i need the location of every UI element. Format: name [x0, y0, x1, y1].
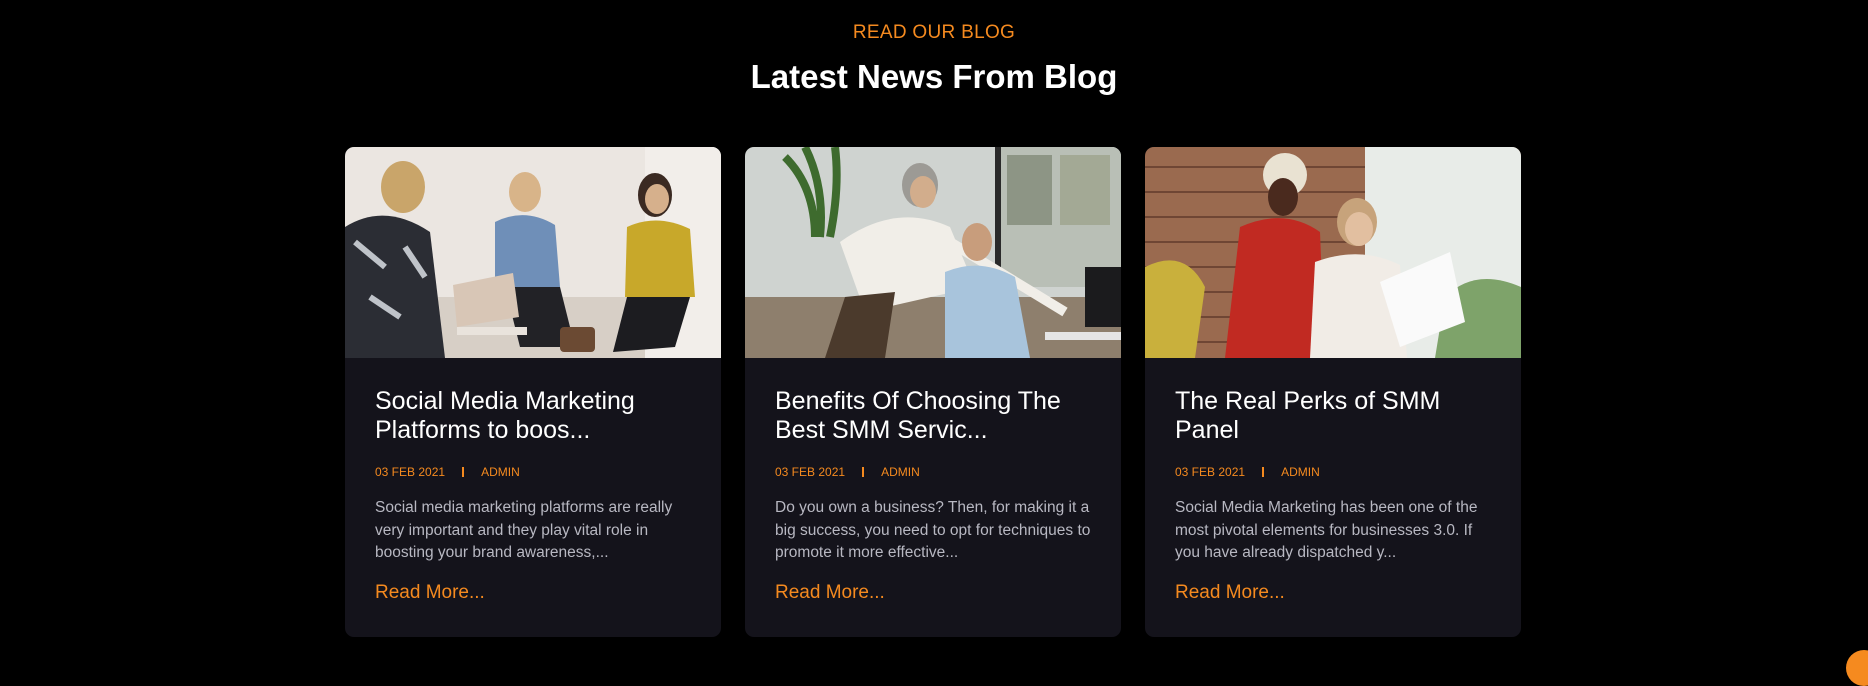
- blog-card-title[interactable]: Social Media Marketing Platforms to boos…: [375, 387, 691, 445]
- blog-card-image[interactable]: [345, 147, 721, 358]
- read-more-link[interactable]: Read More...: [775, 581, 885, 605]
- section-title: Latest News From Blog: [750, 58, 1118, 95]
- blog-card-meta: 03 FEB 2021 ADMIN: [1175, 465, 1491, 479]
- blog-section-header: READ OUR BLOG Latest News From Blog: [0, 0, 1868, 97]
- blog-card-date: 03 FEB 2021: [1175, 465, 1246, 479]
- meta-separator: [1262, 467, 1265, 477]
- blog-card-meta: 03 FEB 2021 ADMIN: [375, 465, 691, 479]
- blog-card-image[interactable]: [745, 147, 1121, 358]
- blog-card-list: Social Media Marketing Platforms to boos…: [345, 147, 1521, 637]
- read-more-link[interactable]: Read More...: [1175, 581, 1285, 605]
- blog-card-author[interactable]: ADMIN: [881, 465, 920, 479]
- blog-card-title[interactable]: Benefits Of Choosing The Best SMM Servic…: [775, 387, 1091, 445]
- blog-card-author[interactable]: ADMIN: [481, 465, 520, 479]
- blog-card-body: The Real Perks of SMM Panel 03 FEB 2021 …: [1145, 387, 1521, 605]
- blog-card-meta: 03 FEB 2021 ADMIN: [775, 465, 1091, 479]
- blog-card-body: Benefits Of Choosing The Best SMM Servic…: [745, 387, 1121, 605]
- blog-card-image[interactable]: [1145, 147, 1521, 358]
- blog-card: Social Media Marketing Platforms to boos…: [345, 147, 721, 637]
- blog-card-date: 03 FEB 2021: [375, 465, 446, 479]
- blog-card-excerpt: Do you own a business? Then, for making …: [775, 499, 1091, 561]
- scroll-to-top-button[interactable]: [1846, 650, 1868, 686]
- blog-card-date: 03 FEB 2021: [775, 465, 846, 479]
- blog-card: The Real Perks of SMM Panel 03 FEB 2021 …: [1145, 147, 1521, 637]
- blog-card: Benefits Of Choosing The Best SMM Servic…: [745, 147, 1121, 637]
- meta-separator: [862, 467, 865, 477]
- blog-card-body: Social Media Marketing Platforms to boos…: [345, 387, 721, 605]
- meta-separator: [462, 467, 465, 477]
- blog-card-author[interactable]: ADMIN: [1281, 465, 1320, 479]
- blog-card-excerpt: Social Media Marketing has been one of t…: [1175, 499, 1478, 561]
- read-more-link[interactable]: Read More...: [375, 581, 485, 605]
- blog-card-excerpt: Social media marketing platforms are rea…: [375, 499, 673, 561]
- section-eyebrow: READ OUR BLOG: [852, 22, 1016, 43]
- blog-card-title[interactable]: The Real Perks of SMM Panel: [1175, 387, 1491, 445]
